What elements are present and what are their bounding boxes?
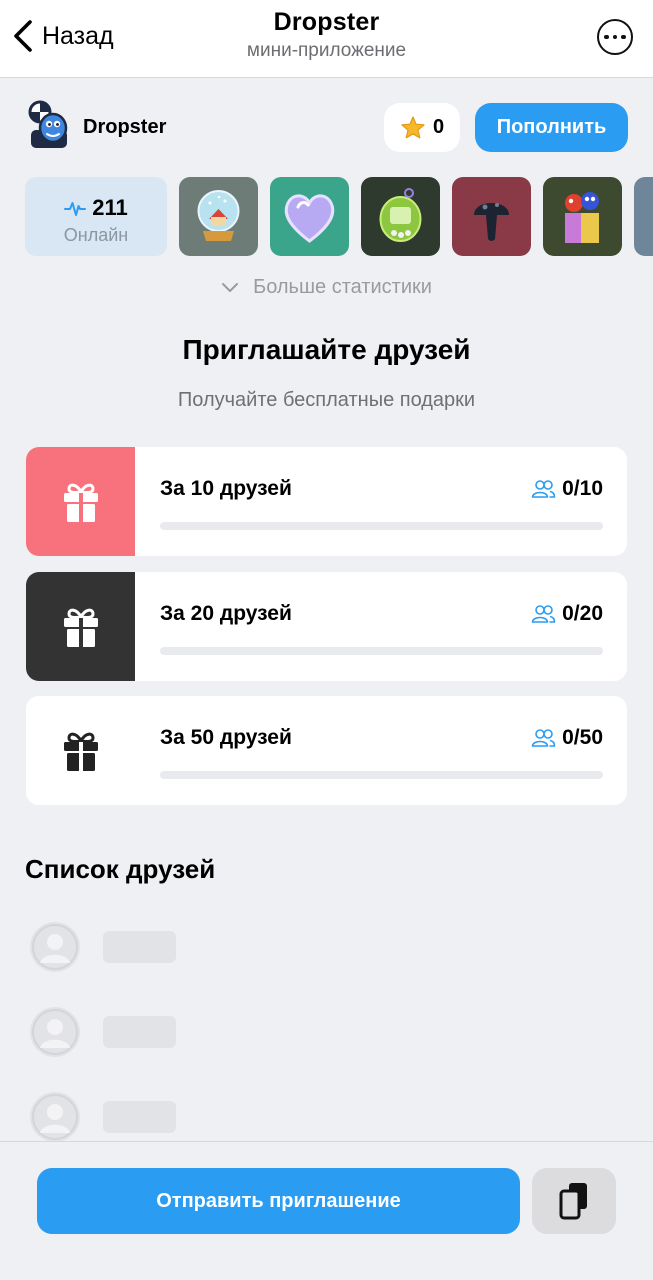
nav-subtitle: мини-приложение (246, 40, 407, 61)
gift-tile-snow-globe[interactable] (179, 177, 258, 256)
dropster-logo-icon (28, 100, 68, 148)
top-nav-bar: Назад Dropster мини-приложение (0, 0, 653, 78)
reward-label: За 50 друзей (160, 726, 292, 749)
user-icon (32, 1094, 78, 1140)
invite-subtitle: Получайте бесплатные подарки (177, 389, 476, 411)
reward-icon-box (26, 447, 135, 556)
friends-list-title: Список друзей (25, 854, 216, 884)
reward-count: 0/50 (531, 726, 603, 750)
more-stats-label: Больше статистики (253, 276, 432, 298)
reward-progress: 0/50 (562, 726, 603, 749)
reward-card-10[interactable]: За 10 друзей 0/10 (26, 447, 627, 556)
toy-box-icon (543, 177, 622, 256)
gift-tile-partial[interactable] (634, 177, 653, 256)
users-icon (531, 480, 556, 498)
name-placeholder (103, 931, 176, 963)
reward-label: За 20 друзей (160, 602, 292, 625)
online-stat-card: 211 Онлайн (25, 177, 167, 256)
reward-count: 0/10 (531, 477, 603, 501)
reward-count: 0/20 (531, 602, 603, 626)
user-icon (32, 924, 78, 970)
friend-placeholder-row (30, 1007, 230, 1057)
snow-globe-icon (179, 177, 258, 256)
brand-name: Dropster (83, 116, 167, 138)
gift-icon (63, 483, 98, 522)
more-stats-toggle[interactable]: Больше статистики (0, 276, 653, 299)
users-icon (531, 729, 556, 747)
gift-tile-mushroom[interactable] (452, 177, 531, 256)
user-icon (32, 1009, 78, 1055)
pulse-icon (64, 202, 87, 216)
users-icon (531, 605, 556, 623)
copy-icon (559, 1183, 587, 1220)
reward-icon-box (26, 696, 135, 805)
mushroom-icon (452, 177, 531, 256)
star-icon (401, 115, 425, 138)
avatar-placeholder (30, 1007, 80, 1057)
online-label: Онлайн (63, 225, 129, 245)
gift-icon (63, 608, 98, 647)
bottom-action-bar: Отправить приглашение (0, 1141, 653, 1280)
heart-gem-icon (270, 177, 349, 256)
invite-title: Приглашайте друзей (182, 334, 471, 365)
gift-icon (63, 732, 98, 771)
gift-tile-toy-box[interactable] (543, 177, 622, 256)
reward-label: За 10 друзей (160, 477, 292, 500)
tamagotchi-icon (361, 177, 440, 256)
stars-balance[interactable]: 0 (384, 103, 460, 152)
send-invite-button[interactable]: Отправить приглашение (37, 1168, 520, 1234)
avatar-placeholder (30, 922, 80, 972)
chevron-down-icon (222, 282, 239, 292)
reward-progress-bar (160, 647, 603, 655)
reward-progress-bar (160, 771, 603, 779)
online-count: 211 (92, 195, 128, 220)
copy-link-button[interactable] (532, 1168, 616, 1234)
gift-tile-tamagotchi[interactable] (361, 177, 440, 256)
friend-placeholder-row (30, 1092, 230, 1142)
stars-count: 0 (432, 116, 445, 138)
gift-tile-heart[interactable] (270, 177, 349, 256)
ellipsis-icon (604, 34, 609, 40)
nav-title: Dropster (273, 8, 380, 36)
gift-tile-partial-icon (634, 177, 653, 256)
nav-title-block: Dropster мини-приложение (0, 8, 653, 62)
reward-progress: 0/20 (562, 602, 603, 625)
friend-placeholder-row (30, 922, 230, 972)
name-placeholder (103, 1016, 176, 1048)
reward-icon-box (26, 572, 135, 681)
topup-button[interactable]: Пополнить (475, 103, 628, 152)
reward-card-50[interactable]: За 50 друзей 0/50 (26, 696, 627, 805)
reward-card-20[interactable]: За 20 друзей 0/20 (26, 572, 627, 681)
more-options-button[interactable] (597, 19, 633, 55)
avatar-placeholder (30, 1092, 80, 1142)
reward-progress: 0/10 (562, 477, 603, 500)
reward-progress-bar (160, 522, 603, 530)
name-placeholder (103, 1101, 176, 1133)
